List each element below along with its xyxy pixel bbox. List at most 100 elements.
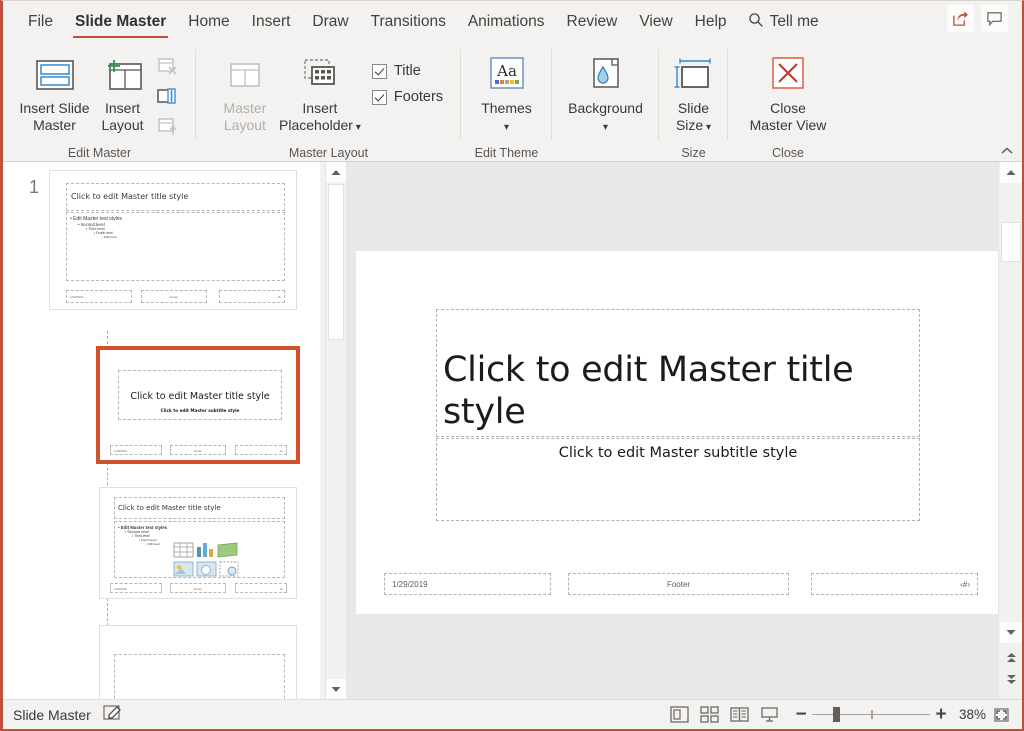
tab-help[interactable]: Help (684, 2, 738, 42)
tab-draw[interactable]: Draw (301, 2, 359, 42)
comments-button[interactable] (981, 5, 1008, 32)
fit-to-window-button[interactable] (988, 707, 1014, 723)
insert-slide-master-button[interactable]: Insert Slide Master (18, 47, 92, 134)
close-master-view-button[interactable]: Close Master View (730, 47, 846, 134)
tab-home[interactable]: Home (177, 2, 240, 42)
tab-slide-master[interactable]: Slide Master (64, 2, 177, 42)
tab-transitions[interactable]: Transitions (360, 2, 457, 42)
thumbnail-slide-selected[interactable]: Click to edit Master title style Click t… (96, 346, 300, 464)
rename-master-button[interactable] (154, 83, 182, 109)
insert-layout-button[interactable]: Insert Layout (92, 47, 154, 134)
tell-me-search[interactable]: Tell me (738, 12, 829, 33)
double-caret-up-icon (1006, 653, 1016, 662)
background-icon (586, 53, 626, 99)
master-layout-button[interactable]: Master Layout (214, 47, 276, 134)
title-placeholder[interactable]: Click to edit Master title style (436, 309, 920, 437)
scroll-up-button[interactable] (1000, 162, 1022, 183)
search-icon (748, 12, 764, 33)
footer-placeholder[interactable]: Footer (568, 573, 789, 595)
slide-edit-area[interactable]: Click to edit Master title style Click t… (346, 162, 1001, 699)
slide-canvas[interactable]: Click to edit Master title style Click t… (356, 251, 1001, 614)
tab-animations[interactable]: Animations (457, 2, 556, 42)
group-label-master-layout: Master Layout (288, 146, 369, 160)
footer-placeholder-text: Footer (666, 579, 691, 589)
ribbon-group-close: Close Master View Close (728, 43, 848, 162)
tab-insert[interactable]: Insert (241, 2, 302, 42)
collapse-ribbon-button[interactable] (997, 142, 1017, 160)
thumbnail-item-master[interactable]: 1 Click to edit Master title style • Edi… (3, 162, 320, 337)
slideshow-view-button[interactable] (754, 703, 784, 727)
fit-slide-icon (993, 707, 1009, 722)
ribbon-group-master-layout: Master Layout Insert Placeholder ▾ Title… (196, 43, 461, 162)
checkbox-box (371, 63, 387, 79)
background-button[interactable]: Background ▾ (554, 47, 658, 136)
insert-placeholder-icon (296, 53, 344, 99)
zoom-level-label[interactable]: 38% (952, 707, 988, 722)
title-checkbox[interactable]: Title (371, 63, 443, 79)
slide-thumbnail-pane[interactable]: 1 Click to edit Master title style • Edi… (3, 162, 320, 699)
insert-placeholder-button[interactable]: Insert Placeholder ▾ (276, 47, 364, 136)
thumb-title-placeholder: Click to edit Master title style Click t… (118, 370, 282, 420)
zoom-in-button[interactable]: + (930, 705, 952, 724)
reading-view-button[interactable] (724, 703, 754, 727)
insert-placeholder-label: Insert Placeholder ▾ (279, 100, 361, 133)
insert-layout-label: Insert Layout (101, 100, 144, 133)
status-left: Slide Master (3, 704, 122, 726)
thumbnail-slide-content[interactable]: Click to edit Master title style • Edit … (99, 487, 297, 599)
status-bar: Slide Master − + 38% (3, 699, 1022, 729)
thumb-date-placeholder: 1/29/2019 (66, 290, 132, 303)
thumb-number-placeholder: ‹#› (219, 290, 285, 303)
scroll-up-button[interactable] (326, 162, 346, 182)
themes-button[interactable]: Aa Themes ▾ (463, 47, 551, 136)
thumbnail-slide-master[interactable]: Click to edit Master title style • Edit … (49, 170, 297, 310)
chevron-up-icon (1001, 147, 1013, 154)
edit-master-small-buttons (154, 47, 182, 139)
zoom-slider-handle[interactable] (833, 707, 840, 722)
slide-sorter-view-button[interactable] (694, 703, 724, 727)
scrollbar-thumb[interactable] (1001, 222, 1021, 262)
slide-number-placeholder[interactable]: ‹#› (811, 573, 978, 595)
double-caret-down-icon (1006, 675, 1016, 684)
ribbon-group-size: Slide Size ▾ Size (659, 43, 728, 162)
thumbnail-item-section-layout[interactable]: Click to edit Master title style (3, 620, 320, 699)
status-view-label: Slide Master (13, 706, 91, 723)
tab-file[interactable]: File (17, 2, 64, 42)
date-placeholder[interactable]: 1/29/2019 (384, 573, 551, 595)
tab-review[interactable]: Review (556, 2, 629, 42)
thumb-title-placeholder: Click to edit Master title style (114, 654, 285, 699)
next-slide-button[interactable] (1000, 670, 1022, 691)
caret-up-icon (331, 169, 341, 175)
scroll-down-button[interactable] (1000, 622, 1022, 643)
caret-down-icon (1006, 630, 1016, 635)
preserve-master-button[interactable] (154, 113, 182, 139)
slide-size-button[interactable]: Slide Size ▾ (661, 47, 727, 136)
date-placeholder-text: 1/29/2019 (392, 579, 428, 589)
delete-master-button[interactable] (154, 53, 182, 79)
notes-edit-icon[interactable] (103, 704, 122, 726)
main-vertical-scrollbar[interactable] (998, 162, 1022, 699)
comment-icon (987, 12, 1002, 27)
thumbnail-scrollbar[interactable] (325, 162, 346, 699)
thumbnail-item-content-layout[interactable]: Click to edit Master title style • Edit … (3, 482, 320, 602)
preserve-pin-icon (157, 117, 176, 135)
thumbnail-slide-partial[interactable]: Click to edit Master title style (99, 625, 297, 699)
share-button[interactable] (947, 5, 974, 32)
content-insert-icons (173, 542, 239, 587)
previous-slide-button[interactable] (1000, 648, 1022, 669)
zoom-slider[interactable] (812, 706, 930, 724)
ribbon: Insert Slide Master Insert Layout Edit M… (3, 43, 1022, 162)
scrollbar-thumb[interactable] (328, 184, 344, 340)
master-layout-checkboxes: Title Footers (364, 47, 443, 115)
close-master-view-icon (767, 53, 809, 99)
subtitle-placeholder[interactable]: Click to edit Master subtitle style (436, 438, 920, 521)
scroll-down-button[interactable] (326, 679, 346, 699)
thumb-number-placeholder: ‹#› (235, 583, 287, 593)
normal-view-button[interactable] (664, 703, 694, 727)
thumbnail-item-title-layout[interactable]: Click to edit Master title style Click t… (3, 344, 320, 464)
powerpoint-window: File Slide Master Home Insert Draw Trans… (0, 0, 1024, 731)
thumb-number-placeholder: ‹#› (235, 445, 287, 455)
footers-checkbox[interactable]: Footers (371, 89, 443, 105)
thumb-body-placeholder: • Edit Master text styles • Second level… (66, 212, 285, 281)
zoom-out-button[interactable]: − (790, 705, 812, 724)
tab-view[interactable]: View (628, 2, 683, 42)
